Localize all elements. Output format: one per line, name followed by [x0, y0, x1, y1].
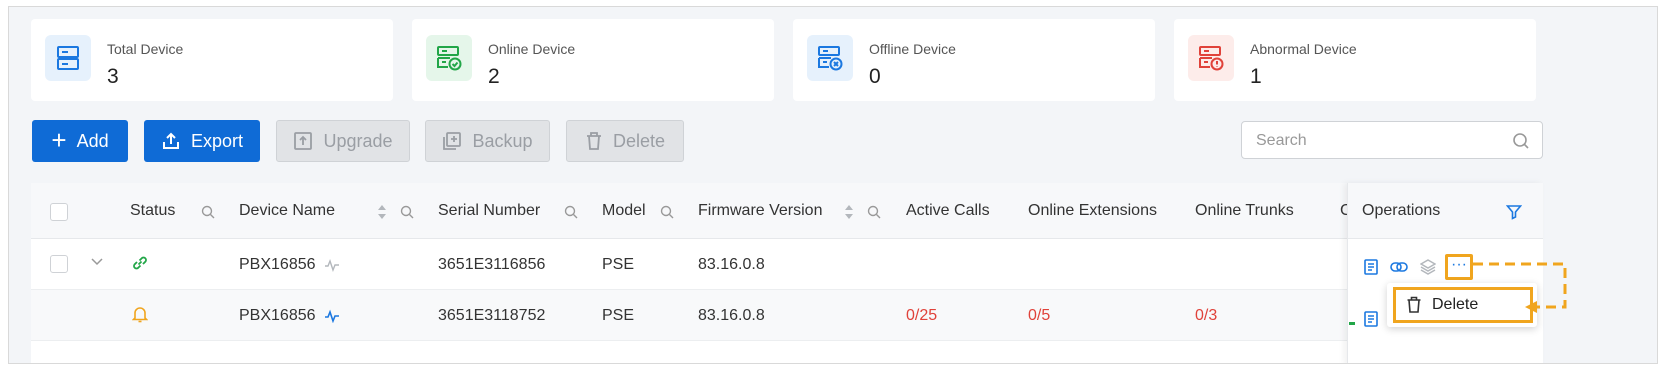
online-device-card: Online Device 2 — [412, 19, 774, 101]
online-extensions: 0/5 — [1028, 307, 1051, 324]
header-online-extensions: Online Extensions — [1028, 202, 1157, 219]
server-icon — [45, 35, 91, 81]
device-name: PBX16856 — [239, 307, 316, 324]
header-firmware-version: Firmware Version — [698, 202, 823, 219]
delete-label: Delete — [612, 130, 666, 151]
stat-label: Online Device — [488, 41, 576, 57]
abnormal-device-card: Abnormal Device 1 — [1174, 19, 1536, 101]
stat-value: 1 — [1250, 65, 1262, 88]
status-indicator — [1349, 322, 1355, 325]
model: PSE — [602, 307, 635, 324]
sort-icon[interactable] — [844, 204, 854, 220]
stat-label: Offline Device — [869, 41, 956, 57]
search-icon[interactable] — [564, 205, 578, 219]
pulse-icon[interactable] — [324, 309, 340, 323]
serial-number: 3651E3118752 — [438, 307, 546, 324]
serial-number: 3651E3116856 — [438, 256, 546, 273]
search-input[interactable]: Search — [1241, 121, 1543, 159]
sort-icon[interactable] — [377, 204, 387, 220]
total-device-card: Total Device 3 — [31, 19, 393, 101]
device-table: Status Device Name Serial Number Model F… — [31, 183, 1543, 363]
device-management-panel: Total Device 3 Online Device 2 Offline D… — [8, 6, 1658, 364]
header-status: Status — [130, 202, 176, 219]
bell-icon — [132, 307, 148, 323]
details-icon[interactable] — [1364, 259, 1378, 275]
firmware-version: 83.16.0.8 — [698, 256, 765, 273]
stat-value: 2 — [488, 65, 500, 88]
backup-icon — [443, 132, 462, 150]
firmware-version: 83.16.0.8 — [698, 307, 765, 324]
trash-icon — [1407, 296, 1421, 313]
server-alert-icon — [1188, 35, 1234, 81]
callout-arrow — [1473, 262, 1567, 313]
upgrade-label: Upgrade — [323, 130, 393, 151]
header-online-trunks: Online Trunks — [1195, 202, 1294, 219]
dropdown-delete-label: Delete — [1432, 296, 1479, 313]
upgrade-button[interactable]: Upgrade — [276, 120, 410, 162]
select-all-checkbox[interactable] — [50, 203, 68, 221]
stat-value: 0 — [869, 65, 881, 88]
table-row[interactable]: PBX16856 3651E3116856 PSE 83.16.0.8 — [31, 239, 1543, 290]
trash-icon — [586, 132, 601, 150]
link-icon[interactable] — [1390, 260, 1408, 274]
stat-label: Total Device — [107, 41, 184, 57]
server-x-icon — [807, 35, 853, 81]
stat-value: 3 — [107, 65, 119, 88]
online-trunks: 0/3 — [1195, 307, 1218, 324]
more-button-highlight — [1445, 254, 1473, 280]
add-button[interactable]: + Add — [32, 120, 128, 162]
header-serial-number: Serial Number — [438, 202, 541, 219]
device-name: PBX16856 — [239, 256, 316, 273]
server-check-icon — [426, 35, 472, 81]
search-icon — [1513, 133, 1529, 149]
active-calls: 0/25 — [906, 307, 938, 324]
layers-icon[interactable] — [1420, 259, 1436, 275]
header-device-name: Device Name — [239, 202, 336, 219]
operations-header: Operations — [1348, 183, 1543, 239]
delete-button[interactable]: Delete — [566, 120, 684, 162]
add-label: Add — [76, 130, 109, 151]
filter-icon[interactable] — [1506, 204, 1522, 220]
backup-button[interactable]: Backup — [425, 120, 550, 162]
export-label: Export — [190, 130, 244, 151]
stat-label: Abnormal Device — [1250, 41, 1357, 57]
header-operations: Operations — [1362, 202, 1441, 219]
offline-device-card: Offline Device 0 — [793, 19, 1155, 101]
model: PSE — [602, 256, 635, 273]
search-icon[interactable] — [867, 205, 881, 219]
details-icon[interactable] — [1364, 311, 1378, 327]
upgrade-icon — [294, 132, 313, 150]
search-placeholder: Search — [1256, 132, 1307, 149]
export-icon — [162, 132, 179, 149]
table-row[interactable]: PBX16856 3651E3118752 PSE 83.16.0.8 0/25… — [31, 290, 1543, 341]
header-model: Model — [602, 202, 646, 219]
search-icon[interactable] — [400, 205, 414, 219]
chevron-down-icon[interactable] — [91, 258, 103, 266]
row-checkbox[interactable] — [50, 255, 68, 273]
table-header: Status Device Name Serial Number Model F… — [31, 183, 1543, 239]
pulse-icon[interactable] — [324, 258, 340, 272]
header-active-calls: Active Calls — [906, 202, 990, 219]
export-button[interactable]: Export — [144, 120, 260, 162]
plus-icon: + — [51, 124, 67, 155]
search-icon[interactable] — [660, 205, 674, 219]
search-icon[interactable] — [201, 205, 215, 219]
link-icon — [133, 256, 147, 270]
backup-label: Backup — [472, 130, 533, 151]
